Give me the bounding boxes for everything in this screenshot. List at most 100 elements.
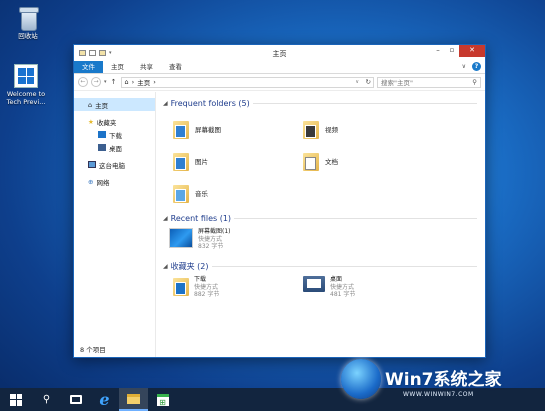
section-header-recent[interactable]: ◢ Recent files (1) bbox=[163, 212, 485, 224]
favorite-item[interactable]: 桌面 快捷方式 481 字节 bbox=[303, 276, 355, 299]
file-name: 桌面 bbox=[330, 276, 343, 283]
title-bar[interactable]: ▾ 主页 – ▫ ✕ bbox=[74, 45, 485, 61]
tab-view[interactable]: 查看 bbox=[161, 61, 190, 73]
windows-logo-icon bbox=[10, 393, 22, 406]
collapse-caret-icon: ◢ bbox=[163, 262, 168, 270]
file-type: 快捷方式 bbox=[330, 283, 355, 291]
search-icon: ⚲ bbox=[472, 78, 477, 86]
file-type: 快捷方式 bbox=[198, 235, 223, 243]
window-title: 主页 bbox=[272, 50, 287, 58]
nav-item-this-pc[interactable]: 这台电脑 bbox=[74, 158, 155, 171]
nav-item-label: 收藏夹 bbox=[96, 118, 117, 127]
file-explorer-icon bbox=[127, 393, 140, 404]
file-size: 832 字节 bbox=[198, 243, 224, 250]
store-icon: ⊞ bbox=[156, 393, 169, 407]
frequent-folders-grid: 屏幕截图 视频 图片 文档 音乐 bbox=[163, 109, 485, 212]
navigation-bar: ← → ▾ ↑ ⌂ › 主页 › ↻ ∨ 搜索"主页" ⚲ bbox=[74, 74, 485, 91]
computer-icon bbox=[88, 161, 96, 168]
nav-item-label: 这台电脑 bbox=[99, 161, 125, 170]
taskbar-store-button[interactable]: ⊞ bbox=[148, 388, 177, 411]
section-title: 收藏夹 (2) bbox=[170, 261, 209, 271]
section-header-favorites[interactable]: ◢ 收藏夹 (2) bbox=[163, 260, 485, 272]
documents-folder-icon bbox=[303, 151, 319, 171]
download-icon bbox=[98, 131, 106, 138]
recent-files-list: 屏幕截图(1) 快捷方式 832 字节 bbox=[163, 224, 485, 260]
close-button[interactable]: ✕ bbox=[459, 45, 485, 57]
watermark-brand: Win7系统之家 bbox=[385, 370, 502, 390]
address-bar[interactable]: ⌂ › 主页 › ↻ ∨ bbox=[120, 76, 374, 88]
nav-item-network[interactable]: ⊕ 网络 bbox=[74, 175, 155, 188]
folder-item[interactable]: 图片 bbox=[173, 151, 208, 171]
folder-label: 图片 bbox=[195, 158, 208, 166]
taskbar-search-button[interactable]: ⚲ bbox=[32, 388, 61, 411]
recent-file-item[interactable]: 屏幕截图(1) 快捷方式 832 字节 bbox=[169, 228, 231, 251]
help-icon[interactable]: ? bbox=[472, 62, 481, 71]
minimize-button[interactable]: – bbox=[431, 45, 445, 57]
windows-orb-icon bbox=[341, 359, 381, 399]
task-view-icon bbox=[69, 395, 82, 404]
nav-item-label: 网络 bbox=[96, 178, 110, 187]
desktop-icon-recycle-bin[interactable]: 回收站 bbox=[2, 6, 54, 40]
nav-item-downloads[interactable]: 下载 bbox=[74, 128, 155, 141]
file-size: 882 字节 bbox=[194, 291, 220, 298]
nav-item-favorites[interactable]: ★ 收藏夹 bbox=[74, 115, 155, 128]
folder-label: 屏幕截图 bbox=[195, 126, 221, 134]
section-title: Frequent folders (5) bbox=[170, 98, 250, 108]
expand-ribbon-chevron-icon[interactable]: ∨ bbox=[462, 63, 466, 70]
start-button[interactable] bbox=[0, 388, 32, 411]
nav-item-desktop[interactable]: 桌面 bbox=[74, 141, 155, 154]
pictures-folder-icon bbox=[173, 119, 189, 139]
desktop-icon-welcome[interactable]: Welcome to Tech Previ... bbox=[0, 64, 52, 106]
folder-item[interactable]: 屏幕截图 bbox=[173, 119, 221, 139]
tab-home[interactable]: 主页 bbox=[103, 61, 132, 73]
nav-item-label: 主页 bbox=[95, 101, 109, 110]
taskbar-ie-button[interactable]: e bbox=[90, 388, 119, 411]
navigation-pane: ⌂ 主页 ★ 收藏夹 下载 桌面 这台电脑 ⊕ 网络 8 个项目 bbox=[74, 92, 156, 357]
collapse-caret-icon: ◢ bbox=[163, 99, 168, 107]
tab-file[interactable]: 文件 bbox=[74, 61, 103, 73]
ribbon-tabs: 文件 主页 共享 查看 ∨ ? bbox=[74, 61, 485, 74]
maximize-button[interactable]: ▫ bbox=[445, 45, 459, 57]
folder-label: 文档 bbox=[325, 158, 338, 166]
star-icon: ★ bbox=[88, 117, 94, 126]
internet-explorer-icon: e bbox=[99, 390, 110, 409]
search-icon: ⚲ bbox=[42, 394, 51, 405]
desktop-icon-label: 回收站 bbox=[18, 32, 38, 40]
file-type: 快捷方式 bbox=[194, 283, 219, 291]
address-dropdown-chevron-icon[interactable]: ∨ bbox=[355, 79, 359, 85]
nav-item-label: 桌面 bbox=[109, 144, 122, 153]
forward-button[interactable]: → bbox=[91, 77, 101, 87]
desktop-folder-icon bbox=[303, 276, 325, 294]
tab-share[interactable]: 共享 bbox=[132, 61, 161, 73]
windows-tile-icon bbox=[14, 64, 38, 88]
folder-item[interactable]: 文档 bbox=[303, 151, 338, 171]
content-pane: ◢ Frequent folders (5) 屏幕截图 视频 图片 文档 音乐 … bbox=[157, 92, 485, 357]
section-header-frequent[interactable]: ◢ Frequent folders (5) bbox=[163, 97, 485, 109]
file-name: 屏幕截图(1) bbox=[198, 228, 231, 235]
recent-locations-chevron-icon[interactable]: ▾ bbox=[104, 79, 107, 85]
home-icon: ⌂ bbox=[88, 100, 93, 109]
refresh-icon[interactable]: ↻ bbox=[366, 78, 371, 86]
file-name: 下载 bbox=[194, 276, 207, 283]
collapse-caret-icon: ◢ bbox=[163, 214, 168, 222]
nav-item-label: 下载 bbox=[109, 131, 122, 140]
address-separator: › bbox=[131, 78, 135, 86]
search-input[interactable]: 搜索"主页" ⚲ bbox=[377, 76, 481, 88]
back-button[interactable]: ← bbox=[78, 77, 88, 87]
favorite-item[interactable]: 下载 快捷方式 882 字节 bbox=[173, 276, 219, 299]
home-icon: ⌂ bbox=[124, 78, 129, 86]
address-home-crumb[interactable]: 主页 bbox=[137, 77, 150, 87]
up-button[interactable]: ↑ bbox=[110, 78, 118, 86]
folder-item[interactable]: 视频 bbox=[303, 119, 338, 139]
task-view-button[interactable] bbox=[61, 388, 90, 411]
file-size: 481 字节 bbox=[330, 291, 356, 298]
favorites-list: 下载 快捷方式 882 字节 桌面 快捷方式 481 字节 bbox=[163, 272, 485, 308]
taskbar-file-explorer-button[interactable] bbox=[119, 388, 148, 411]
file-explorer-window: ▾ 主页 – ▫ ✕ 文件 主页 共享 查看 ∨ ? ← → ▾ ↑ ⌂ › 主… bbox=[73, 44, 486, 358]
desktop-icon-label: Welcome to Tech Previ... bbox=[6, 90, 46, 106]
desktop-icon bbox=[98, 144, 106, 151]
folder-label: 音乐 bbox=[195, 190, 208, 198]
pictures-folder-icon bbox=[173, 151, 189, 171]
folder-item[interactable]: 音乐 bbox=[173, 183, 208, 203]
nav-item-home[interactable]: ⌂ 主页 bbox=[74, 98, 155, 111]
